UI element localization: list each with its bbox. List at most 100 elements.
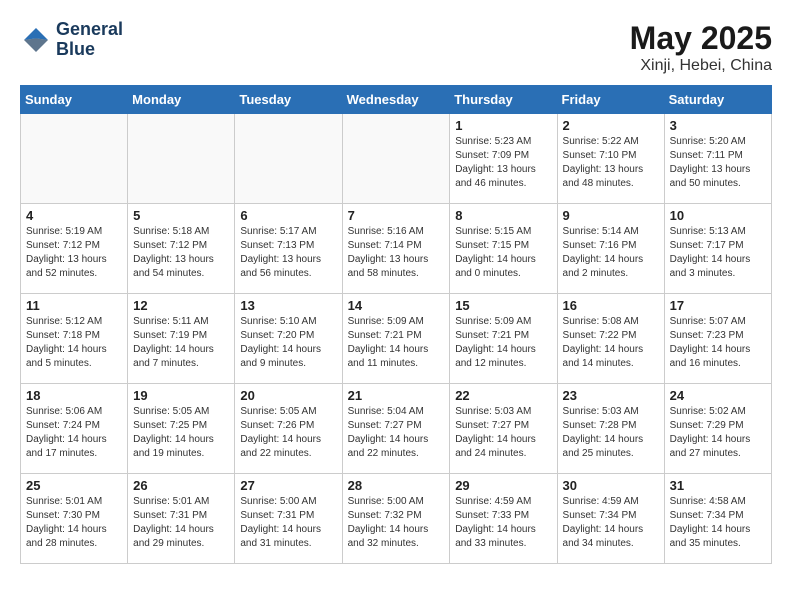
- cell-details: Sunrise: 5:02 AM Sunset: 7:29 PM Dayligh…: [670, 405, 766, 461]
- day-number: 27: [240, 478, 336, 493]
- calendar-cell: 14 Sunrise: 5:09 AM Sunset: 7:21 PM Dayli…: [342, 294, 450, 384]
- day-number: 11: [26, 298, 122, 313]
- day-number: 3: [670, 118, 766, 133]
- calendar-cell: 9 Sunrise: 5:14 AM Sunset: 7:16 PM Daylig…: [557, 204, 664, 294]
- calendar-cell: 31 Sunrise: 4:58 AM Sunset: 7:34 PM Dayli…: [664, 474, 771, 564]
- day-number: 10: [670, 208, 766, 223]
- logo-line1: General: [56, 20, 123, 40]
- day-number: 22: [455, 388, 551, 403]
- calendar-cell: 7 Sunrise: 5:16 AM Sunset: 7:14 PM Daylig…: [342, 204, 450, 294]
- cell-details: Sunrise: 5:05 AM Sunset: 7:25 PM Dayligh…: [133, 405, 229, 461]
- calendar-cell: 23 Sunrise: 5:03 AM Sunset: 7:28 PM Dayli…: [557, 384, 664, 474]
- cell-details: Sunrise: 5:11 AM Sunset: 7:19 PM Dayligh…: [133, 315, 229, 371]
- logo: General Blue: [20, 20, 123, 60]
- cell-details: Sunrise: 5:12 AM Sunset: 7:18 PM Dayligh…: [26, 315, 122, 371]
- cell-details: Sunrise: 5:20 AM Sunset: 7:11 PM Dayligh…: [670, 135, 766, 191]
- calendar-cell: 20 Sunrise: 5:05 AM Sunset: 7:26 PM Dayli…: [235, 384, 342, 474]
- day-number: 2: [563, 118, 659, 133]
- day-number: 7: [348, 208, 445, 223]
- calendar-cell: 18 Sunrise: 5:06 AM Sunset: 7:24 PM Dayli…: [21, 384, 128, 474]
- day-number: 24: [670, 388, 766, 403]
- calendar-week-row: 1Sunrise: 5:23 AM Sunset: 7:09 PM Daylig…: [21, 114, 772, 204]
- calendar-cell: 27 Sunrise: 5:00 AM Sunset: 7:31 PM Dayli…: [235, 474, 342, 564]
- calendar-cell: 29Sunrise: 4:59 AM Sunset: 7:33 PM Dayli…: [450, 474, 557, 564]
- calendar-cell: [235, 114, 342, 204]
- day-number: 29: [455, 478, 551, 493]
- calendar-cell: 24 Sunrise: 5:02 AM Sunset: 7:29 PM Dayli…: [664, 384, 771, 474]
- cell-details: Sunrise: 5:19 AM Sunset: 7:12 PM Dayligh…: [26, 225, 122, 281]
- day-number: 16: [563, 298, 659, 313]
- cell-details: Sunrise: 5:00 AM Sunset: 7:31 PM Dayligh…: [240, 495, 336, 551]
- title-block: May 2025 Xinji, Hebei, China: [630, 20, 772, 75]
- weekday-header: Saturday: [664, 86, 771, 114]
- cell-details: Sunrise: 5:01 AM Sunset: 7:30 PM Dayligh…: [26, 495, 122, 551]
- cell-details: Sunrise: 5:09 AM Sunset: 7:21 PM Dayligh…: [455, 315, 551, 371]
- day-number: 17: [670, 298, 766, 313]
- calendar-cell: 21Sunrise: 5:04 AM Sunset: 7:27 PM Dayli…: [342, 384, 450, 474]
- calendar-cell: 16Sunrise: 5:08 AM Sunset: 7:22 PM Dayli…: [557, 294, 664, 384]
- page-header: General Blue May 2025 Xinji, Hebei, Chin…: [20, 20, 772, 75]
- day-number: 8: [455, 208, 551, 223]
- calendar-cell: 4 Sunrise: 5:19 AM Sunset: 7:12 PM Daylig…: [21, 204, 128, 294]
- logo-text: General Blue: [56, 20, 123, 60]
- calendar-cell: 12 Sunrise: 5:11 AM Sunset: 7:19 PM Dayli…: [128, 294, 235, 384]
- day-number: 5: [133, 208, 229, 223]
- weekday-header: Sunday: [21, 86, 128, 114]
- calendar-cell: 13 Sunrise: 5:10 AM Sunset: 7:20 PM Dayli…: [235, 294, 342, 384]
- cell-details: Sunrise: 5:18 AM Sunset: 7:12 PM Dayligh…: [133, 225, 229, 281]
- day-number: 20: [240, 388, 336, 403]
- day-number: 18: [26, 388, 122, 403]
- cell-details: Sunrise: 5:03 AM Sunset: 7:27 PM Dayligh…: [455, 405, 551, 461]
- weekday-header: Friday: [557, 86, 664, 114]
- calendar-cell: 28Sunrise: 5:00 AM Sunset: 7:32 PM Dayli…: [342, 474, 450, 564]
- cell-details: Sunrise: 5:15 AM Sunset: 7:15 PM Dayligh…: [455, 225, 551, 281]
- cell-details: Sunrise: 5:10 AM Sunset: 7:20 PM Dayligh…: [240, 315, 336, 371]
- cell-details: Sunrise: 5:06 AM Sunset: 7:24 PM Dayligh…: [26, 405, 122, 461]
- calendar-cell: 25Sunrise: 5:01 AM Sunset: 7:30 PM Dayli…: [21, 474, 128, 564]
- day-number: 6: [240, 208, 336, 223]
- cell-details: Sunrise: 5:07 AM Sunset: 7:23 PM Dayligh…: [670, 315, 766, 371]
- cell-details: Sunrise: 5:04 AM Sunset: 7:27 PM Dayligh…: [348, 405, 445, 461]
- day-number: 13: [240, 298, 336, 313]
- day-number: 4: [26, 208, 122, 223]
- calendar-cell: 5 Sunrise: 5:18 AM Sunset: 7:12 PM Daylig…: [128, 204, 235, 294]
- day-number: 28: [348, 478, 445, 493]
- calendar-cell: 30Sunrise: 4:59 AM Sunset: 7:34 PM Dayli…: [557, 474, 664, 564]
- weekday-header: Tuesday: [235, 86, 342, 114]
- calendar-cell: 6 Sunrise: 5:17 AM Sunset: 7:13 PM Daylig…: [235, 204, 342, 294]
- logo-line2: Blue: [56, 40, 123, 60]
- cell-details: Sunrise: 5:17 AM Sunset: 7:13 PM Dayligh…: [240, 225, 336, 281]
- cell-details: Sunrise: 5:14 AM Sunset: 7:16 PM Dayligh…: [563, 225, 659, 281]
- logo-icon: [20, 24, 52, 56]
- month-title: May 2025: [630, 20, 772, 57]
- day-number: 9: [563, 208, 659, 223]
- calendar-cell: 26Sunrise: 5:01 AM Sunset: 7:31 PM Dayli…: [128, 474, 235, 564]
- calendar-cell: 8 Sunrise: 5:15 AM Sunset: 7:15 PM Daylig…: [450, 204, 557, 294]
- calendar-cell: 1Sunrise: 5:23 AM Sunset: 7:09 PM Daylig…: [450, 114, 557, 204]
- calendar-cell: 10 Sunrise: 5:13 AM Sunset: 7:17 PM Dayli…: [664, 204, 771, 294]
- calendar-cell: 2Sunrise: 5:22 AM Sunset: 7:10 PM Daylig…: [557, 114, 664, 204]
- weekday-header: Monday: [128, 86, 235, 114]
- calendar-week-row: 4 Sunrise: 5:19 AM Sunset: 7:12 PM Daylig…: [21, 204, 772, 294]
- cell-details: Sunrise: 5:13 AM Sunset: 7:17 PM Dayligh…: [670, 225, 766, 281]
- weekday-header: Wednesday: [342, 86, 450, 114]
- calendar-week-row: 25Sunrise: 5:01 AM Sunset: 7:30 PM Dayli…: [21, 474, 772, 564]
- cell-details: Sunrise: 5:16 AM Sunset: 7:14 PM Dayligh…: [348, 225, 445, 281]
- day-number: 23: [563, 388, 659, 403]
- day-number: 19: [133, 388, 229, 403]
- cell-details: Sunrise: 5:09 AM Sunset: 7:21 PM Dayligh…: [348, 315, 445, 371]
- cell-details: Sunrise: 5:05 AM Sunset: 7:26 PM Dayligh…: [240, 405, 336, 461]
- cell-details: Sunrise: 5:03 AM Sunset: 7:28 PM Dayligh…: [563, 405, 659, 461]
- day-number: 12: [133, 298, 229, 313]
- day-number: 26: [133, 478, 229, 493]
- calendar-cell: 17 Sunrise: 5:07 AM Sunset: 7:23 PM Dayli…: [664, 294, 771, 384]
- day-number: 31: [670, 478, 766, 493]
- calendar-table: SundayMondayTuesdayWednesdayThursdayFrid…: [20, 85, 772, 564]
- cell-details: Sunrise: 5:23 AM Sunset: 7:09 PM Dayligh…: [455, 135, 551, 191]
- cell-details: Sunrise: 4:58 AM Sunset: 7:34 PM Dayligh…: [670, 495, 766, 551]
- calendar-cell: [128, 114, 235, 204]
- weekday-header: Thursday: [450, 86, 557, 114]
- day-number: 14: [348, 298, 445, 313]
- calendar-cell: 22 Sunrise: 5:03 AM Sunset: 7:27 PM Dayli…: [450, 384, 557, 474]
- calendar-cell: 11 Sunrise: 5:12 AM Sunset: 7:18 PM Dayli…: [21, 294, 128, 384]
